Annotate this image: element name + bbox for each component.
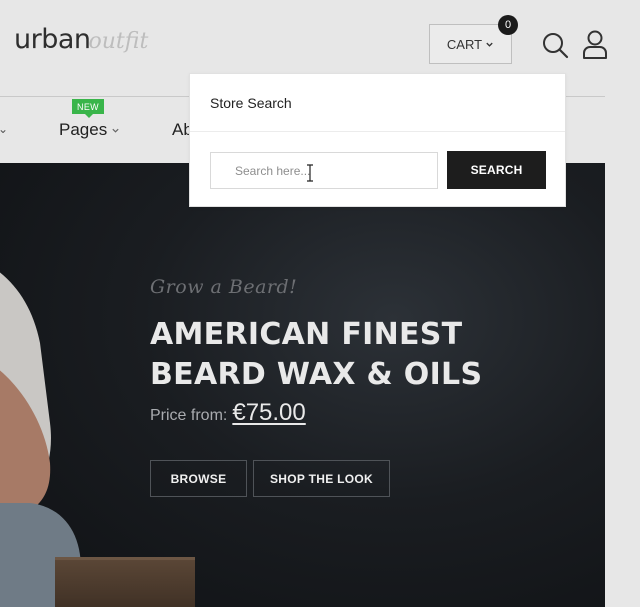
brand-logo[interactable]: urban outfit [14,24,148,60]
chevron-down-icon [486,42,493,47]
logo-text-secondary: outfit [88,29,149,54]
nav-item-pages[interactable]: Pages [59,120,120,140]
store-search-popup: Store Search SEARCH [189,73,566,207]
shop-the-look-button[interactable]: SHOP THE LOOK [253,460,390,497]
wooden-crate-image [55,557,195,607]
nav-item-label: Pages [59,120,108,139]
hero-headline: AMERICAN FINEST BEARD WAX & OILS [150,315,570,395]
hero-price: Price from: €75.00 [150,399,306,427]
hero-headline-line: AMERICAN FINEST [150,317,463,352]
hero-banner: Grow a Beard! AMERICAN FINEST BEARD WAX … [0,163,605,607]
hero-tagline: Grow a Beard! [150,276,298,298]
popup-divider [190,131,565,132]
chevron-down-icon: ⌄ [0,122,9,136]
popup-title: Store Search [210,95,292,111]
hero-model-image [0,272,81,607]
cart-count-badge: 0 [498,15,518,35]
chevron-down-icon [112,128,119,133]
new-badge: NEW [72,99,104,118]
search-input[interactable] [210,152,438,189]
cart-label: CART [446,36,483,52]
browse-button[interactable]: BROWSE [150,460,247,497]
search-submit-button[interactable]: SEARCH [447,151,546,189]
search-icon[interactable] [541,31,569,59]
user-icon[interactable] [582,29,608,59]
hero-headline-line: BEARD WAX & OILS [150,357,483,392]
price-label: Price from: [150,407,228,424]
logo-text-primary: urban [14,24,91,55]
price-link[interactable]: €75.00 [232,399,305,427]
